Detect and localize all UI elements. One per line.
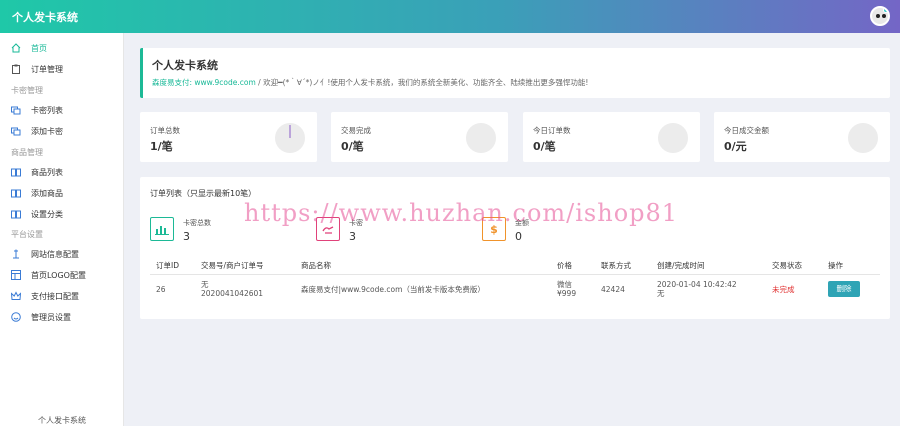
cell-trade-no: 无 2020041042601 xyxy=(195,274,295,304)
sidebar-group-products: 商品管理 xyxy=(11,148,43,157)
col-header: 操作 xyxy=(822,257,880,275)
welcome-card: 个人发卡系统 森度易支付: www.9code.com / 欢迎━(*｀∀´*)… xyxy=(140,48,890,98)
stat-pie-icon xyxy=(466,123,496,153)
completed-time: 无 xyxy=(657,289,665,299)
cell-time: 2020-01-04 10:42:42 无 xyxy=(651,274,766,304)
cell-action: 删除 xyxy=(822,274,880,304)
stat-value: 0/笔 xyxy=(341,140,364,153)
col-header: 商品名称 xyxy=(295,257,551,275)
sidebar-item-label: 支付接口配置 xyxy=(31,292,79,301)
col-header: 订单ID xyxy=(150,257,195,275)
home-icon xyxy=(11,43,21,53)
created-time: 2020-01-04 10:42:42 xyxy=(657,280,737,290)
sidebar-item-label: 首页LOGO配置 xyxy=(31,271,86,280)
sidebar-item-product-list[interactable]: 商品列表 xyxy=(0,162,124,182)
status-badge: 未完成 xyxy=(772,284,795,294)
avatar-eye-icon xyxy=(876,14,880,18)
sidebar-item-admin-settings[interactable]: 管理员设置 xyxy=(0,307,124,327)
book-icon xyxy=(11,189,21,198)
crown-icon xyxy=(11,291,21,300)
stat-card-today-orders: 今日订单数 0/笔 xyxy=(523,112,700,162)
stat-value: 1/笔 xyxy=(150,140,173,153)
sidebar-item-add-product[interactable]: 添加商品 xyxy=(0,183,124,203)
smile-icon xyxy=(11,312,21,322)
book-icon xyxy=(11,210,21,219)
sidebar-item-label: 网站信息配置 xyxy=(31,250,79,259)
sidebar-item-card-list[interactable]: 卡密列表 xyxy=(0,100,124,120)
layout-icon xyxy=(11,270,21,280)
col-header: 创建/完成时间 xyxy=(651,257,766,275)
page-title: 个人发卡系统 xyxy=(152,59,218,72)
col-header: 价格 xyxy=(551,257,595,275)
table-row: 26 无 2020041042601 森度易支付|www.9code.com（当前… xyxy=(150,274,880,304)
welcome-text: / 欢迎━(*｀∀´*)ノ亻!使用个人发卡系统，我们的系统全新美化、功能齐全、陆… xyxy=(255,78,589,87)
col-header: 交易状态 xyxy=(766,257,822,275)
stat-value: 0/笔 xyxy=(533,140,556,153)
book-icon xyxy=(11,168,21,177)
app-title: 个人发卡系统 xyxy=(12,11,78,24)
stat-label: 交易完成 xyxy=(341,126,371,135)
stat-label: 今日订单数 xyxy=(533,126,571,135)
avatar[interactable] xyxy=(870,6,890,26)
orders-title: 订单列表（只显示最新10笔） xyxy=(150,189,257,198)
price: ¥999 xyxy=(557,289,577,299)
sidebar-item-label: 首页 xyxy=(31,44,47,53)
sidebar-item-orders[interactable]: 订单管理 xyxy=(0,59,124,79)
mini-stat-value: 3 xyxy=(183,230,190,243)
sidebar: 首页 订单管理 卡密管理 卡密列表 添加卡密 商品管理 商品列表 添加商品 设置… xyxy=(0,33,124,426)
welcome-message: 森度易支付: www.9code.com / 欢迎━(*｀∀´*)ノ亻!使用个人… xyxy=(152,77,588,88)
stat-card-total-orders: 订单总数 1/笔 xyxy=(140,112,317,162)
stat-pie-icon xyxy=(848,123,878,153)
sidebar-item-label: 添加商品 xyxy=(31,189,63,198)
sidebar-footer: 个人发卡系统 xyxy=(38,416,86,425)
sidebar-item-label: 设置分类 xyxy=(31,210,63,219)
trade-no: 无 xyxy=(201,280,209,290)
sidebar-group-platform: 平台设置 xyxy=(11,230,43,239)
pay-method: 微信 xyxy=(557,280,572,290)
sidebar-item-payment-config[interactable]: 支付接口配置 xyxy=(0,286,124,306)
clipboard-icon xyxy=(12,64,20,74)
sidebar-item-add-card[interactable]: 添加卡密 xyxy=(0,121,124,141)
merchant-no: 2020041042601 xyxy=(201,289,264,299)
stat-value: 0/元 xyxy=(724,140,747,153)
mini-stat-label: 卡密总数 xyxy=(183,219,211,227)
col-header: 交易号/商户订单号 xyxy=(195,257,295,275)
sidebar-item-label: 管理员设置 xyxy=(31,313,71,322)
table-header-row: 订单ID 交易号/商户订单号 商品名称 价格 联系方式 创建/完成时间 交易状态… xyxy=(150,257,880,275)
cards-icon xyxy=(11,106,21,115)
sidebar-item-label: 订单管理 xyxy=(31,65,63,74)
sidebar-item-label: 商品列表 xyxy=(31,168,63,177)
stat-label: 订单总数 xyxy=(150,126,180,135)
delete-button[interactable]: 删除 xyxy=(828,281,860,298)
sidebar-item-label: 添加卡密 xyxy=(31,127,63,136)
mini-stat-value: 0 xyxy=(515,230,522,243)
sidebar-item-logo-config[interactable]: 首页LOGO配置 xyxy=(0,265,124,285)
watermark-text: https://www.huzhan.com/ishop81 xyxy=(244,199,679,227)
chart-icon xyxy=(150,217,174,241)
col-header: 联系方式 xyxy=(595,257,651,275)
orders-table: 订单ID 交易号/商户订单号 商品名称 价格 联系方式 创建/完成时间 交易状态… xyxy=(150,257,880,304)
cell-status: 未完成 xyxy=(766,274,822,304)
sidebar-item-site-config[interactable]: 网站信息配置 xyxy=(0,244,124,264)
sidebar-group-cards: 卡密管理 xyxy=(11,86,43,95)
stat-pie-icon xyxy=(275,123,305,153)
sidebar-item-categories[interactable]: 设置分类 xyxy=(0,204,124,224)
cell-product: 森度易支付|www.9code.com（当前发卡版本免费版） xyxy=(301,284,485,294)
avatar-eye-icon xyxy=(882,14,886,18)
cards-icon xyxy=(11,127,21,136)
stat-card-completed: 交易完成 0/笔 xyxy=(331,112,508,162)
cell-contact: 42424 xyxy=(601,284,625,294)
cell-order-id: 26 xyxy=(156,284,166,294)
mini-stat-value: 3 xyxy=(349,230,356,243)
sidebar-item-home[interactable]: 首页 xyxy=(0,38,124,58)
status-dot-icon xyxy=(883,8,888,13)
stat-card-today-amount: 今日成交金额 0/元 xyxy=(714,112,890,162)
stat-label: 今日成交金额 xyxy=(724,126,769,135)
site-link[interactable]: 森度易支付: www.9code.com xyxy=(152,78,256,87)
top-header: 个人发卡系统 xyxy=(0,0,900,33)
sidebar-item-label: 卡密列表 xyxy=(31,106,63,115)
cell-price: 微信 ¥999 xyxy=(551,274,595,304)
stat-pie-icon xyxy=(658,123,688,153)
pin-icon xyxy=(13,249,19,259)
